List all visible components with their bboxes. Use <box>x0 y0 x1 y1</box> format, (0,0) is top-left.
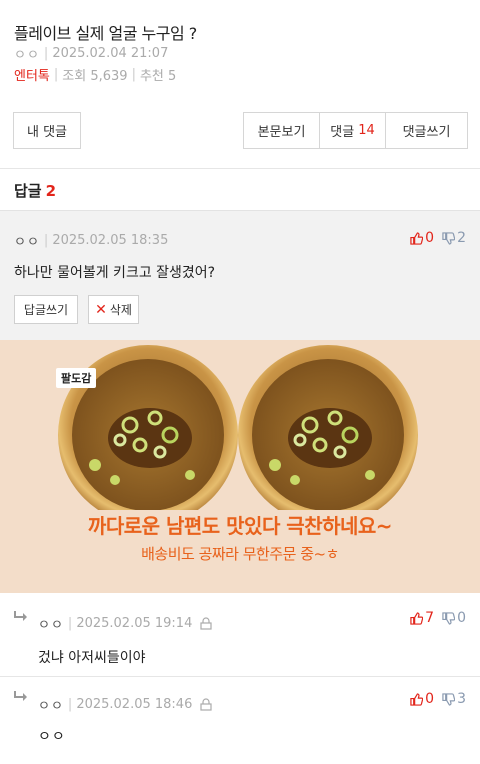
downvote-button[interactable]: 0 <box>442 610 466 626</box>
comments-label: 댓글 <box>330 125 355 140</box>
comments-button[interactable]: 댓글 14 <box>320 113 386 148</box>
write-comment-button[interactable]: 댓글쓰기 <box>386 113 467 148</box>
upvote-button[interactable]: 7 <box>410 610 434 626</box>
comment-body: 겄냐 아저씨들이야 <box>38 650 146 666</box>
comment-date: 2025.02.05 19:14 <box>76 616 193 631</box>
replies-header: 답글 2 <box>14 180 56 201</box>
close-icon: ✕ <box>95 301 107 318</box>
lock-icon <box>200 617 212 630</box>
comment-author[interactable]: ㅇㅇ <box>38 695 64 714</box>
ad-headline: 까다로운 남편도 맛있다 극찬하네요~ <box>87 514 393 538</box>
upvote-count: 0 <box>425 230 435 246</box>
comment-body: ㅇㅇ <box>38 729 66 745</box>
post-stats: 엔터톡 | 조회 5,639 | 추천 5 <box>14 65 176 84</box>
downvote-count: 2 <box>457 230 466 246</box>
upvote-button[interactable]: 0 <box>410 691 434 707</box>
downvote-count: 0 <box>457 610 466 626</box>
reply-arrow-icon <box>14 691 27 701</box>
comment-nav-group: 본문보기 댓글 14 댓글쓰기 <box>243 112 468 149</box>
thumbs-down-icon <box>442 231 456 245</box>
ad-subline: 배송비도 공짜라 무한주문 중~ㅎ <box>141 545 339 563</box>
section-divider <box>0 168 480 169</box>
ad-banner[interactable]: 팔도감 까다로운 남편도 맛있다 극찬하네요~ 배송비도 공짜라 무한주문 중~… <box>0 340 480 593</box>
write-reply-button[interactable]: 답글쓰기 <box>14 295 78 324</box>
upvote-button[interactable]: 0 <box>410 230 434 246</box>
meta-separator: | <box>43 233 49 248</box>
downvote-button[interactable]: 3 <box>442 691 466 707</box>
post-recommend: 추천 5 <box>139 69 177 84</box>
lock-icon <box>200 698 212 711</box>
view-post-button[interactable]: 본문보기 <box>244 113 320 148</box>
meta-separator: | <box>67 616 73 631</box>
comment-date: 2025.02.05 18:35 <box>52 233 169 248</box>
post-author[interactable]: ㅇㅇ <box>14 44 40 63</box>
comment-body: 하나만 물어볼게 키크고 잘생겼어? <box>14 265 216 281</box>
delete-label: 삭제 <box>109 303 132 317</box>
post-title: 플레이브 실제 얼굴 누구임 ? <box>14 24 197 43</box>
thumbs-up-icon <box>410 231 424 245</box>
replies-label: 답글 <box>14 182 42 200</box>
comment-author[interactable]: ㅇㅇ <box>38 614 64 633</box>
meta-separator: | <box>67 697 73 712</box>
soup-bowls-image <box>58 345 418 510</box>
comment-date: 2025.02.05 18:46 <box>76 697 193 712</box>
comment-votes: 0 2 <box>402 230 466 246</box>
ad-brand-tag: 팔도감 <box>56 368 97 388</box>
thumbs-down-icon <box>442 692 456 706</box>
reply-arrow-icon <box>14 611 27 621</box>
post-views: 조회 5,639 <box>62 69 128 84</box>
comment-author[interactable]: ㅇㅇ <box>14 231 40 250</box>
downvote-count: 3 <box>457 691 466 707</box>
thumbs-down-icon <box>442 611 456 625</box>
thumbs-up-icon <box>410 611 424 625</box>
upvote-count: 7 <box>425 610 435 626</box>
meta-separator: | <box>131 67 136 82</box>
meta-separator: | <box>43 46 49 61</box>
comments-count: 14 <box>358 123 375 138</box>
post-date: 2025.02.04 21:07 <box>52 46 169 61</box>
my-comments-button[interactable]: 내 댓글 <box>13 112 81 149</box>
replies-count: 2 <box>45 182 57 200</box>
upvote-count: 0 <box>425 691 435 707</box>
downvote-button[interactable]: 2 <box>442 230 466 246</box>
comment-votes: 0 3 <box>402 691 466 707</box>
comment-votes: 7 0 <box>402 610 466 626</box>
post-meta: ㅇㅇ | 2025.02.04 21:07 <box>14 44 168 63</box>
comment-item: ㅇㅇ | 2025.02.05 18:35 0 2 하나만 물어볼게 키크고 잘… <box>0 210 480 340</box>
post-category[interactable]: 엔터톡 <box>14 65 50 84</box>
comment-meta: ㅇㅇ | 2025.02.05 19:14 <box>38 614 212 633</box>
meta-separator: | <box>53 67 59 82</box>
delete-button[interactable]: ✕ 삭제 <box>88 295 139 324</box>
thumbs-up-icon <box>410 692 424 706</box>
comment-divider <box>0 676 480 677</box>
comment-meta: ㅇㅇ | 2025.02.05 18:46 <box>38 695 212 714</box>
comment-meta: ㅇㅇ | 2025.02.05 18:35 <box>14 231 168 250</box>
